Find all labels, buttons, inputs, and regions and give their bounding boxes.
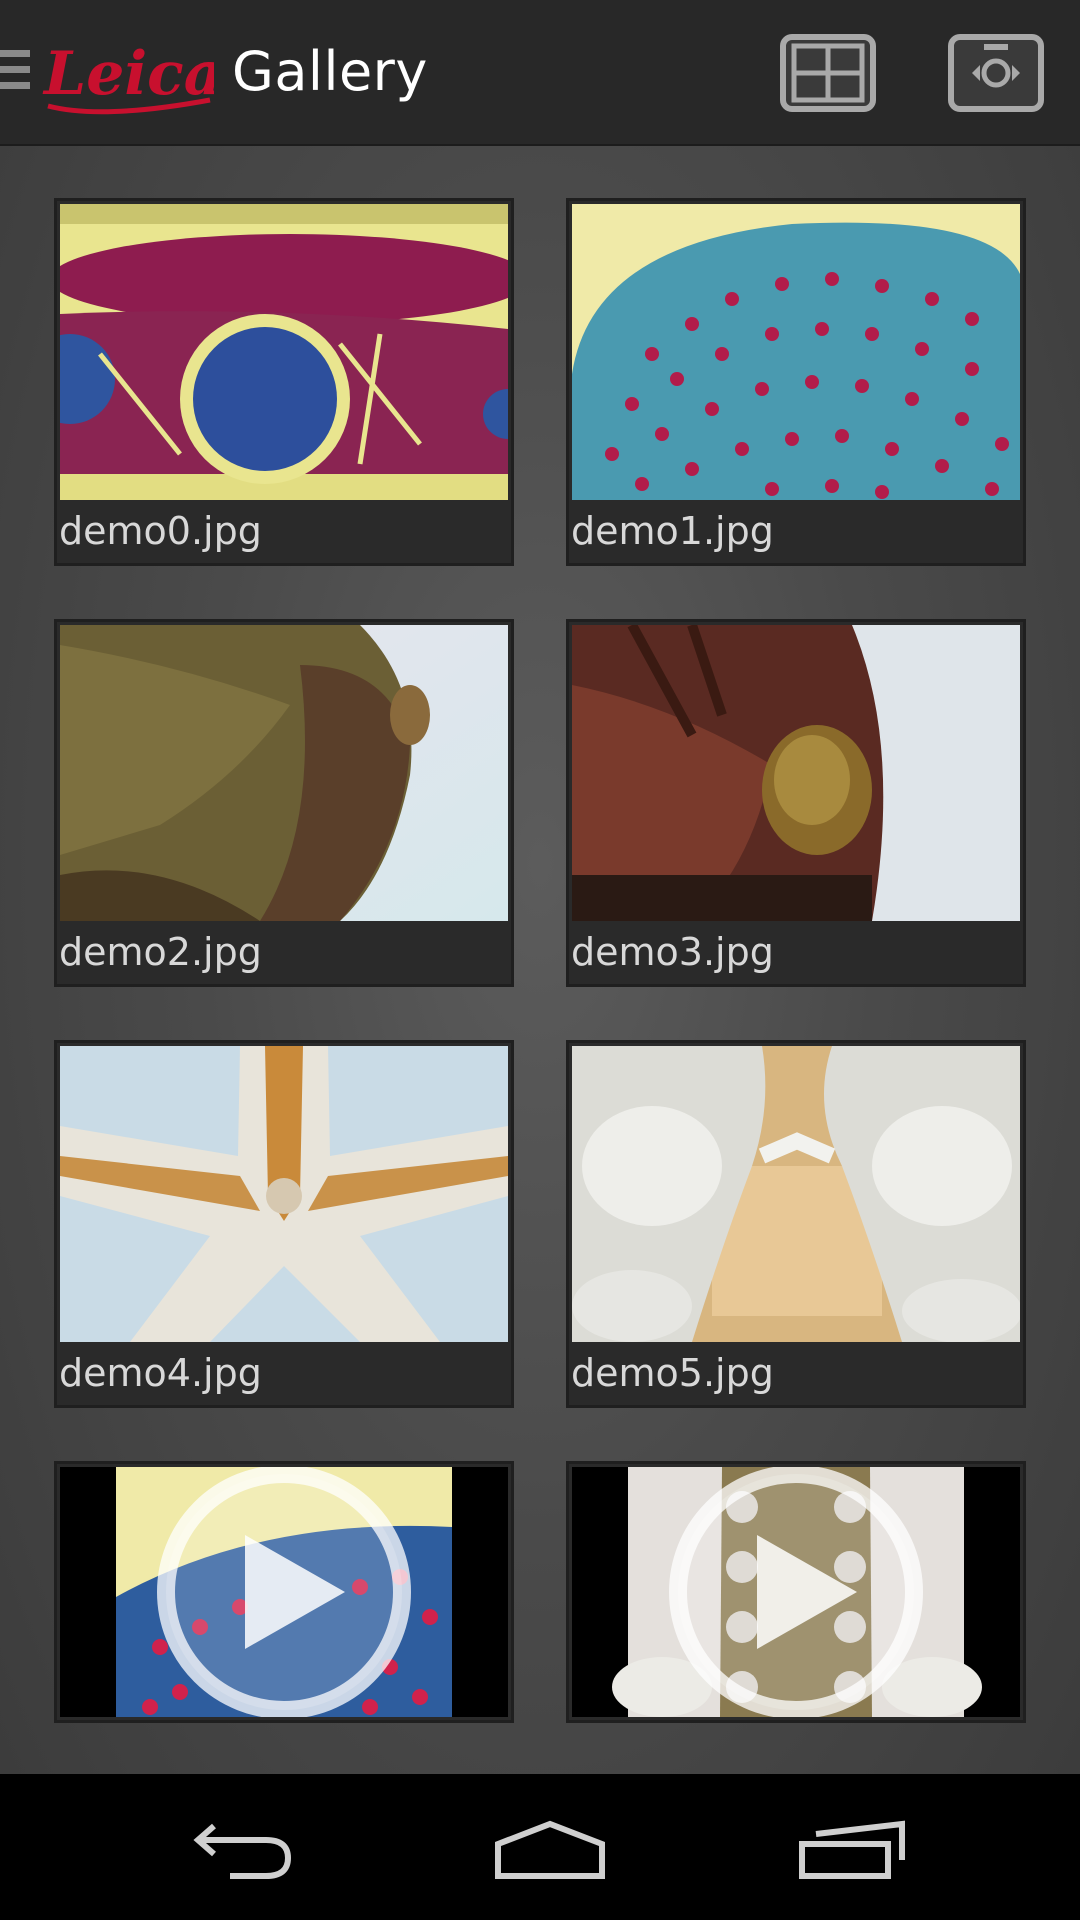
home-button[interactable] [450,1774,630,1920]
gallery-item-video[interactable] [54,1461,514,1723]
video-thumbnail [572,1467,1020,1717]
svg-text:Leica: Leica [42,39,214,109]
gallery-item[interactable]: demo0.jpg [54,198,514,566]
thumbnail-demo0 [60,204,508,500]
item-filename: demo3.jpg [571,930,774,974]
switch-camera-icon [972,44,1020,88]
item-filename: demo5.jpg [571,1351,774,1395]
item-filename: demo4.jpg [59,1351,262,1395]
gallery-item[interactable]: demo2.jpg [54,619,514,987]
gallery-item[interactable]: demo5.jpg [566,1040,1026,1408]
leica-logo[interactable]: Leica [42,28,223,118]
gallery-item[interactable]: demo3.jpg [566,619,1026,987]
grid-view-button[interactable] [780,34,876,112]
gallery-grid: demo0.jpg demo1.jpg demo2.jpg demo3.jpg … [0,146,1080,1774]
item-filename: demo1.jpg [571,509,774,553]
gallery-screen: Leica Gallery demo0.jpg demo1.jpg demo2.… [0,0,1080,1920]
recent-apps-icon [799,1820,905,1879]
item-filename: demo2.jpg [59,930,262,974]
recent-apps-button[interactable] [750,1774,930,1920]
gallery-item[interactable]: demo1.jpg [566,198,1026,566]
thumbnail-demo3 [572,625,1020,921]
thumbnail-demo4 [60,1046,508,1342]
home-icon [495,1820,605,1879]
video-thumbnail [60,1467,508,1717]
item-filename: demo0.jpg [59,509,262,553]
switch-camera-button[interactable] [948,34,1044,112]
thumbnail-demo1 [572,204,1020,500]
action-bar: Leica Gallery [0,0,1080,146]
thumbnail-demo2 [60,625,508,921]
back-icon [193,1823,292,1879]
thumbnail-demo5 [572,1046,1020,1342]
system-navigation-bar [0,1774,1080,1920]
page-title: Gallery [232,40,428,103]
gallery-item-video[interactable] [566,1461,1026,1723]
back-button[interactable] [150,1774,330,1920]
navigation-drawer-icon[interactable] [0,50,30,94]
grid-view-icon [791,43,865,103]
gallery-item[interactable]: demo4.jpg [54,1040,514,1408]
